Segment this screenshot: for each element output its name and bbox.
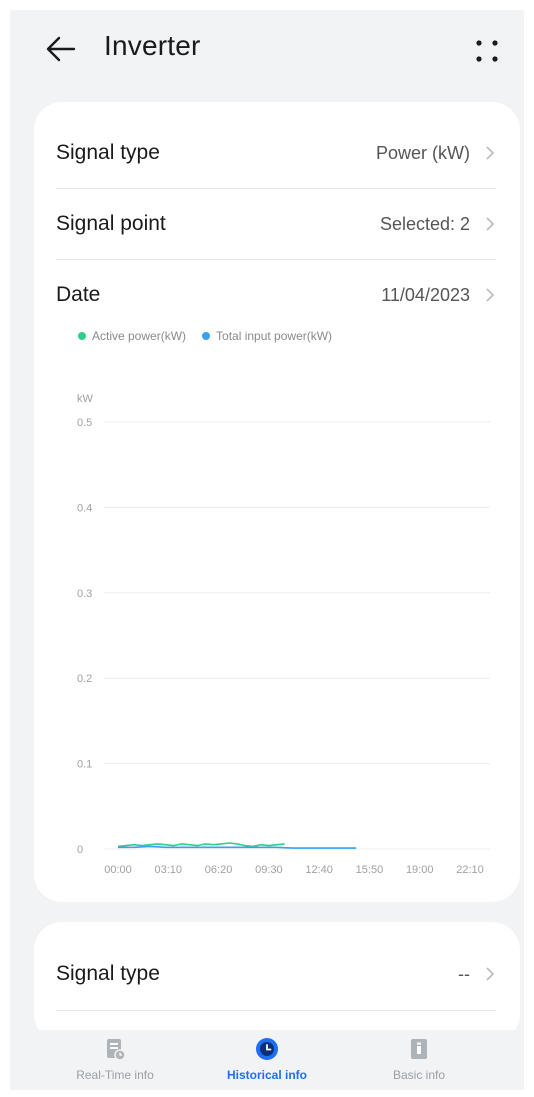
signal-type-row[interactable]: Signal type Power (kW)	[56, 118, 496, 188]
more-dots-icon[interactable]	[472, 36, 502, 66]
signal-type-value: Power (kW)	[376, 142, 470, 163]
legend-item-active-power[interactable]: Active power(kW)	[78, 329, 186, 343]
y-tick-label: 0.5	[77, 417, 92, 429]
signal-point-row[interactable]: Signal point Selected: 2	[56, 189, 496, 259]
y-axis-unit-label: kW	[77, 393, 94, 405]
series-line	[117, 842, 285, 848]
legend-dot	[202, 332, 211, 340]
signal-point-label: Signal point	[56, 212, 166, 235]
chart-legend: Active power(kW) Total input power(kW)	[78, 329, 348, 343]
chevron-right-icon	[486, 288, 495, 302]
nav-historical-info[interactable]: Historical info	[192, 1036, 342, 1082]
nav-realtime-info[interactable]: Real-Time info	[40, 1036, 190, 1082]
chart-card: Signal type Power (kW) Signal point Sele…	[34, 102, 520, 902]
chevron-right-icon	[486, 217, 495, 231]
nav-basic-info[interactable]: Basic info	[344, 1036, 494, 1082]
x-tick-label: 22:10	[456, 864, 484, 876]
second-signal-card: Signal type --	[34, 922, 520, 1042]
legend-label: Total input power(kW)	[216, 329, 333, 343]
y-tick-label: 0.3	[77, 588, 92, 600]
top-bar: Inverter	[10, 10, 524, 92]
signal-point-value: Selected: 2	[379, 213, 470, 234]
signal-type-label: Signal type	[56, 141, 160, 164]
nav-label: Real-Time info	[76, 1068, 154, 1082]
x-tick-label: 03:10	[155, 864, 183, 876]
legend-dot	[78, 332, 86, 340]
nav-label: Basic info	[392, 1068, 446, 1082]
y-tick-label: 0.2	[77, 673, 92, 685]
signal-type-value: --	[458, 963, 470, 984]
legend-item-total-input-power[interactable]: Total input power(kW)	[202, 329, 332, 343]
signal-type-label: Signal type	[56, 962, 160, 985]
date-value: 11/04/2023	[381, 284, 470, 305]
power-line-chart: kW 0.5 0.4 0.3 0.2 0.1 0 00:00 03:10 06:20 09:30 12…	[77, 393, 490, 876]
series-line	[118, 845, 357, 849]
x-tick-label: 19:00	[406, 864, 434, 876]
screen: Inverter Signal type Power (kW) Signal p…	[10, 10, 524, 1090]
date-label: Date	[56, 283, 101, 306]
legend-label: Active power(kW)	[92, 329, 187, 343]
basic-info-icon	[411, 1039, 427, 1059]
y-tick-label: 0.1	[77, 759, 92, 771]
y-tick-label: 0.4	[77, 502, 92, 514]
date-row[interactable]: Date 11/04/2023	[56, 260, 496, 330]
page-title: Inverter	[104, 30, 201, 61]
x-tick-label: 00:00	[104, 864, 132, 876]
arrow-left-icon[interactable]	[44, 32, 78, 66]
realtime-info-icon	[107, 1039, 126, 1061]
x-tick-label: 06:20	[205, 864, 233, 876]
bottom-navigation: Real-Time info Historical info Basic inf…	[10, 1030, 524, 1090]
x-tick-label: 15:50	[356, 864, 384, 876]
chevron-right-icon	[486, 146, 495, 160]
y-tick-label: 0	[77, 844, 83, 856]
signal-type-row-2[interactable]: Signal type --	[56, 939, 496, 1009]
divider	[56, 1010, 496, 1011]
history-clock-icon	[256, 1038, 278, 1060]
chevron-right-icon	[486, 967, 495, 981]
x-tick-label: 12:40	[305, 864, 333, 876]
x-tick-label: 09:30	[255, 864, 283, 876]
nav-label: Historical info	[226, 1068, 307, 1082]
